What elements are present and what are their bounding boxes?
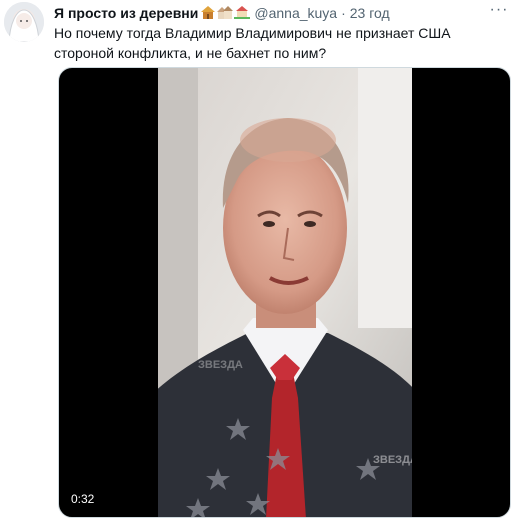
- display-name[interactable]: Я просто из деревни: [54, 5, 198, 21]
- handle[interactable]: @anna_kuya: [254, 5, 337, 21]
- name-emojis: [200, 5, 251, 22]
- avatar[interactable]: [4, 2, 44, 42]
- video-player[interactable]: ЗВЕЗДА ЗВЕЗДА 0:32: [58, 67, 511, 518]
- video-duration: 0:32: [67, 491, 99, 507]
- tweet-text: Но почему тогда Владимир Владимирович не…: [54, 25, 451, 61]
- separator: ·: [341, 5, 346, 21]
- more-icon: ···: [489, 1, 509, 18]
- more-options-button[interactable]: ···: [488, 1, 510, 19]
- houses-icon: [217, 5, 234, 22]
- tweet[interactable]: Я просто из деревни @anna_kuya · 23 год …: [0, 0, 516, 523]
- video-frame: ЗВЕЗДА ЗВЕЗДА: [158, 68, 412, 517]
- watermark-right: ЗВЕЗДА: [373, 454, 412, 466]
- tweet-header: Я просто из деревни @anna_kuya · 23 год: [54, 3, 508, 23]
- house-with-garden-icon: [234, 5, 251, 22]
- watermark-left: ЗВЕЗДА: [198, 359, 243, 371]
- hut-icon: [200, 5, 216, 22]
- timestamp[interactable]: 23 год: [350, 5, 390, 21]
